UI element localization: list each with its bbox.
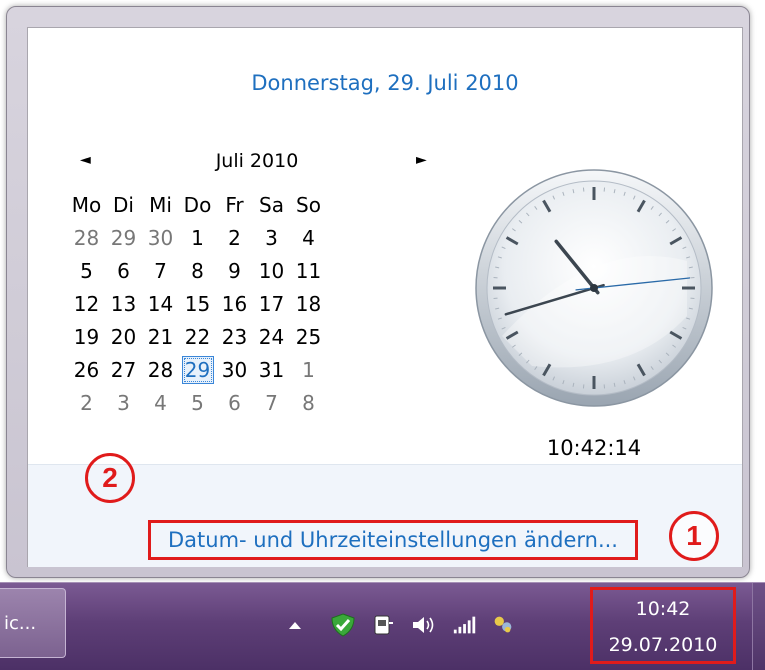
calendar-day[interactable]: 1 bbox=[179, 221, 216, 254]
annotation-marker-1: 1 bbox=[669, 511, 719, 561]
calendar-week-row: 2 3 4 5 6 7 8 bbox=[68, 386, 327, 419]
calendar-day[interactable]: 15 bbox=[179, 287, 216, 320]
calendar-day[interactable]: 31 bbox=[253, 353, 290, 386]
calendar-day[interactable]: 14 bbox=[142, 287, 179, 320]
users-messenger-icon[interactable] bbox=[490, 613, 516, 637]
calendar-week-row: 26 27 28 29 30 31 1 bbox=[68, 353, 327, 386]
calendar-week-row: 12 13 14 15 16 17 18 bbox=[68, 287, 327, 320]
month-navigation: Juli 2010 ◄ ► bbox=[72, 150, 442, 180]
next-month-arrow-icon[interactable]: ► bbox=[416, 152, 427, 168]
date-time-flyout: Donnerstag, 29. Juli 2010 Juli 2010 ◄ ► … bbox=[6, 6, 750, 578]
calendar-day[interactable]: 30 bbox=[142, 221, 179, 254]
calendar-day[interactable]: 5 bbox=[68, 254, 105, 287]
network-signal-bars-icon[interactable] bbox=[452, 613, 478, 637]
calendar-day[interactable]: 7 bbox=[253, 386, 290, 419]
calendar-day[interactable]: 4 bbox=[290, 221, 327, 254]
calendar-day[interactable]: 22 bbox=[179, 320, 216, 353]
speaker-volume-icon[interactable] bbox=[410, 613, 436, 637]
calendar-day[interactable]: 10 bbox=[253, 254, 290, 287]
taskbar-date: 29.07.2010 bbox=[593, 634, 733, 656]
calendar-day[interactable]: 18 bbox=[290, 287, 327, 320]
change-date-time-settings-link[interactable]: Datum- und Uhrzeiteinstellungen ändern..… bbox=[148, 520, 638, 560]
calendar-day[interactable]: 3 bbox=[253, 221, 290, 254]
flyout-panel: Donnerstag, 29. Juli 2010 Juli 2010 ◄ ► … bbox=[27, 27, 743, 567]
weekday-label: Fr bbox=[216, 188, 253, 221]
calendar-day[interactable]: 30 bbox=[216, 353, 253, 386]
calendar-day[interactable]: 2 bbox=[68, 386, 105, 419]
annotation-marker-2: 2 bbox=[85, 453, 135, 503]
calendar-day[interactable]: 21 bbox=[142, 320, 179, 353]
calendar-day[interactable]: 7 bbox=[142, 254, 179, 287]
weekday-label: Mo bbox=[68, 188, 105, 221]
previous-month-arrow-icon[interactable]: ◄ bbox=[80, 152, 91, 168]
calendar-day[interactable]: 1 bbox=[290, 353, 327, 386]
calendar-day[interactable]: 26 bbox=[68, 353, 105, 386]
taskbar-program-button[interactable]: ic... bbox=[0, 588, 66, 658]
weekday-label: Di bbox=[105, 188, 142, 221]
show-hidden-icons-arrow-icon[interactable] bbox=[282, 613, 308, 637]
flyout-footer: Datum- und Uhrzeiteinstellungen ändern..… bbox=[28, 464, 742, 567]
power-plug-icon[interactable] bbox=[370, 613, 396, 637]
weekday-label: Sa bbox=[253, 188, 290, 221]
selected-day-label: 29 bbox=[182, 356, 214, 384]
calendar-day[interactable]: 2 bbox=[216, 221, 253, 254]
calendar-day[interactable]: 9 bbox=[216, 254, 253, 287]
calendar-day[interactable]: 11 bbox=[290, 254, 327, 287]
calendar-day[interactable]: 3 bbox=[105, 386, 142, 419]
weekday-label: So bbox=[290, 188, 327, 221]
analog-clock-face bbox=[472, 166, 716, 410]
taskbar-time: 10:42 bbox=[593, 598, 733, 620]
calendar-day-selected[interactable]: 29 bbox=[179, 353, 216, 386]
calendar-day[interactable]: 20 bbox=[105, 320, 142, 353]
calendar-day[interactable]: 23 bbox=[216, 320, 253, 353]
calendar-day[interactable]: 4 bbox=[142, 386, 179, 419]
digital-time: 10:42:14 bbox=[472, 436, 716, 460]
calendar-day[interactable]: 24 bbox=[253, 320, 290, 353]
weekday-label: Mi bbox=[142, 188, 179, 221]
calendar-week-row: 28 29 30 1 2 3 4 bbox=[68, 221, 327, 254]
calendar-day[interactable]: 27 bbox=[105, 353, 142, 386]
calendar-day[interactable]: 19 bbox=[68, 320, 105, 353]
calendar-day[interactable]: 16 bbox=[216, 287, 253, 320]
taskbar: ic... 10:42 29.07.2010 bbox=[0, 582, 765, 670]
calendar-day[interactable]: 28 bbox=[68, 221, 105, 254]
taskbar-clock[interactable]: 10:42 29.07.2010 bbox=[590, 587, 736, 664]
calendar-day[interactable]: 8 bbox=[290, 386, 327, 419]
calendar-day[interactable]: 8 bbox=[179, 254, 216, 287]
security-shield-check-icon[interactable] bbox=[330, 613, 356, 637]
calendar-day[interactable]: 13 bbox=[105, 287, 142, 320]
calendar-grid: Mo Di Mi Do Fr Sa So 28 29 30 1 2 3 4 bbox=[68, 188, 327, 419]
calendar-day[interactable]: 28 bbox=[142, 353, 179, 386]
calendar-day[interactable]: 25 bbox=[290, 320, 327, 353]
weekday-header-row: Mo Di Mi Do Fr Sa So bbox=[68, 188, 327, 221]
analog-clock bbox=[472, 166, 716, 410]
weekday-label: Do bbox=[179, 188, 216, 221]
show-desktop-button[interactable] bbox=[752, 583, 765, 670]
calendar-day[interactable]: 5 bbox=[179, 386, 216, 419]
month-title[interactable]: Juli 2010 bbox=[72, 150, 442, 172]
calendar-week-row: 19 20 21 22 23 24 25 bbox=[68, 320, 327, 353]
long-date-header[interactable]: Donnerstag, 29. Juli 2010 bbox=[28, 71, 742, 95]
calendar-day[interactable]: 17 bbox=[253, 287, 290, 320]
calendar-day[interactable]: 12 bbox=[68, 287, 105, 320]
calendar-day[interactable]: 6 bbox=[216, 386, 253, 419]
calendar-week-row: 5 6 7 8 9 10 11 bbox=[68, 254, 327, 287]
calendar-day[interactable]: 29 bbox=[105, 221, 142, 254]
calendar-day[interactable]: 6 bbox=[105, 254, 142, 287]
